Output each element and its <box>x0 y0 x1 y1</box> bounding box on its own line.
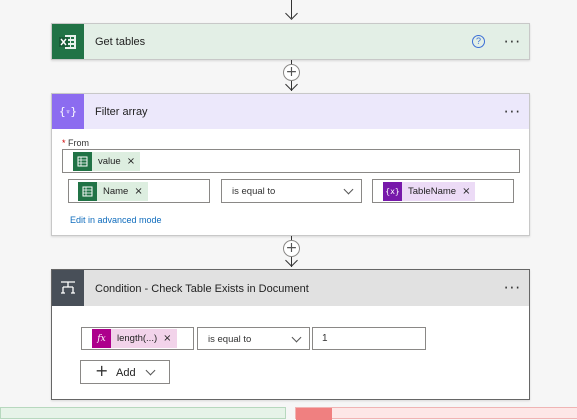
chevron-down-icon <box>291 332 302 343</box>
excel-icon <box>52 24 84 59</box>
filter-array-header[interactable]: {▿} Filter array ··· <box>52 94 529 129</box>
operator-dropdown[interactable]: is equal to <box>221 179 362 203</box>
remove-token-icon[interactable]: × <box>163 333 171 344</box>
excel-icon <box>73 152 92 171</box>
get-tables-header[interactable]: Get tables ? ··· <box>52 24 529 59</box>
condition-operator-dropdown[interactable]: is equal to <box>197 327 310 350</box>
if-no-branch[interactable] <box>295 407 577 420</box>
more-options-button[interactable]: ··· <box>504 281 521 296</box>
condition-icon <box>52 270 84 306</box>
token-label: TableName <box>408 186 457 197</box>
remove-token-icon[interactable]: × <box>462 186 470 197</box>
dynamic-token[interactable]: {x} TableName × <box>383 182 476 201</box>
card-title: Get tables <box>95 36 146 48</box>
token-label: value <box>98 156 121 167</box>
left-operand-input[interactable]: Name × <box>68 179 210 203</box>
right-value: 1 <box>322 333 328 344</box>
plus-icon: + <box>95 361 109 380</box>
card-title: Condition - Check Table Exists in Docume… <box>95 283 309 295</box>
operator-value: is equal to <box>232 186 276 197</box>
condition-card[interactable]: Condition - Check Table Exists in Docume… <box>51 269 530 400</box>
filter-icon: {▿} <box>52 94 84 129</box>
if-yes-branch[interactable] <box>0 407 286 419</box>
card-title: Filter array <box>95 106 148 118</box>
variable-icon: {x} <box>383 182 402 201</box>
token-label: length(...) <box>117 333 158 344</box>
add-button[interactable]: + Add <box>80 360 170 384</box>
condition-left-input[interactable]: fx length(...) × <box>81 327 194 350</box>
get-tables-card[interactable]: Get tables ? ··· <box>51 23 530 60</box>
from-input[interactable]: value × <box>62 149 520 173</box>
more-options-button[interactable]: ··· <box>504 35 521 50</box>
condition-right-input[interactable]: 1 <box>312 327 426 350</box>
token-label: Name <box>103 186 129 197</box>
chevron-down-icon <box>343 184 354 195</box>
expression-icon: fx <box>92 329 111 348</box>
from-label: From <box>68 138 89 148</box>
more-options-button[interactable]: ··· <box>504 105 521 120</box>
condition-header[interactable]: Condition - Check Table Exists in Docume… <box>52 270 529 306</box>
dynamic-token[interactable]: value × <box>73 152 141 171</box>
remove-token-icon[interactable]: × <box>127 156 135 167</box>
arrow-down-icon <box>285 7 298 20</box>
chevron-down-icon <box>145 365 156 376</box>
remove-token-icon[interactable]: × <box>134 186 142 197</box>
required-marker: * <box>62 138 66 148</box>
dynamic-token[interactable]: Name × <box>78 182 148 201</box>
right-operand-input[interactable]: {x} TableName × <box>372 179 514 203</box>
expression-token[interactable]: fx length(...) × <box>92 329 177 348</box>
filter-array-card[interactable]: {▿} Filter array ··· * From value × Name… <box>51 93 530 236</box>
branch-icon <box>296 408 332 420</box>
excel-icon <box>78 182 97 201</box>
advanced-mode-link[interactable]: Edit in advanced mode <box>70 215 162 225</box>
operator-value: is equal to <box>208 334 252 345</box>
add-label: Add <box>116 367 136 379</box>
help-icon[interactable]: ? <box>472 35 485 48</box>
